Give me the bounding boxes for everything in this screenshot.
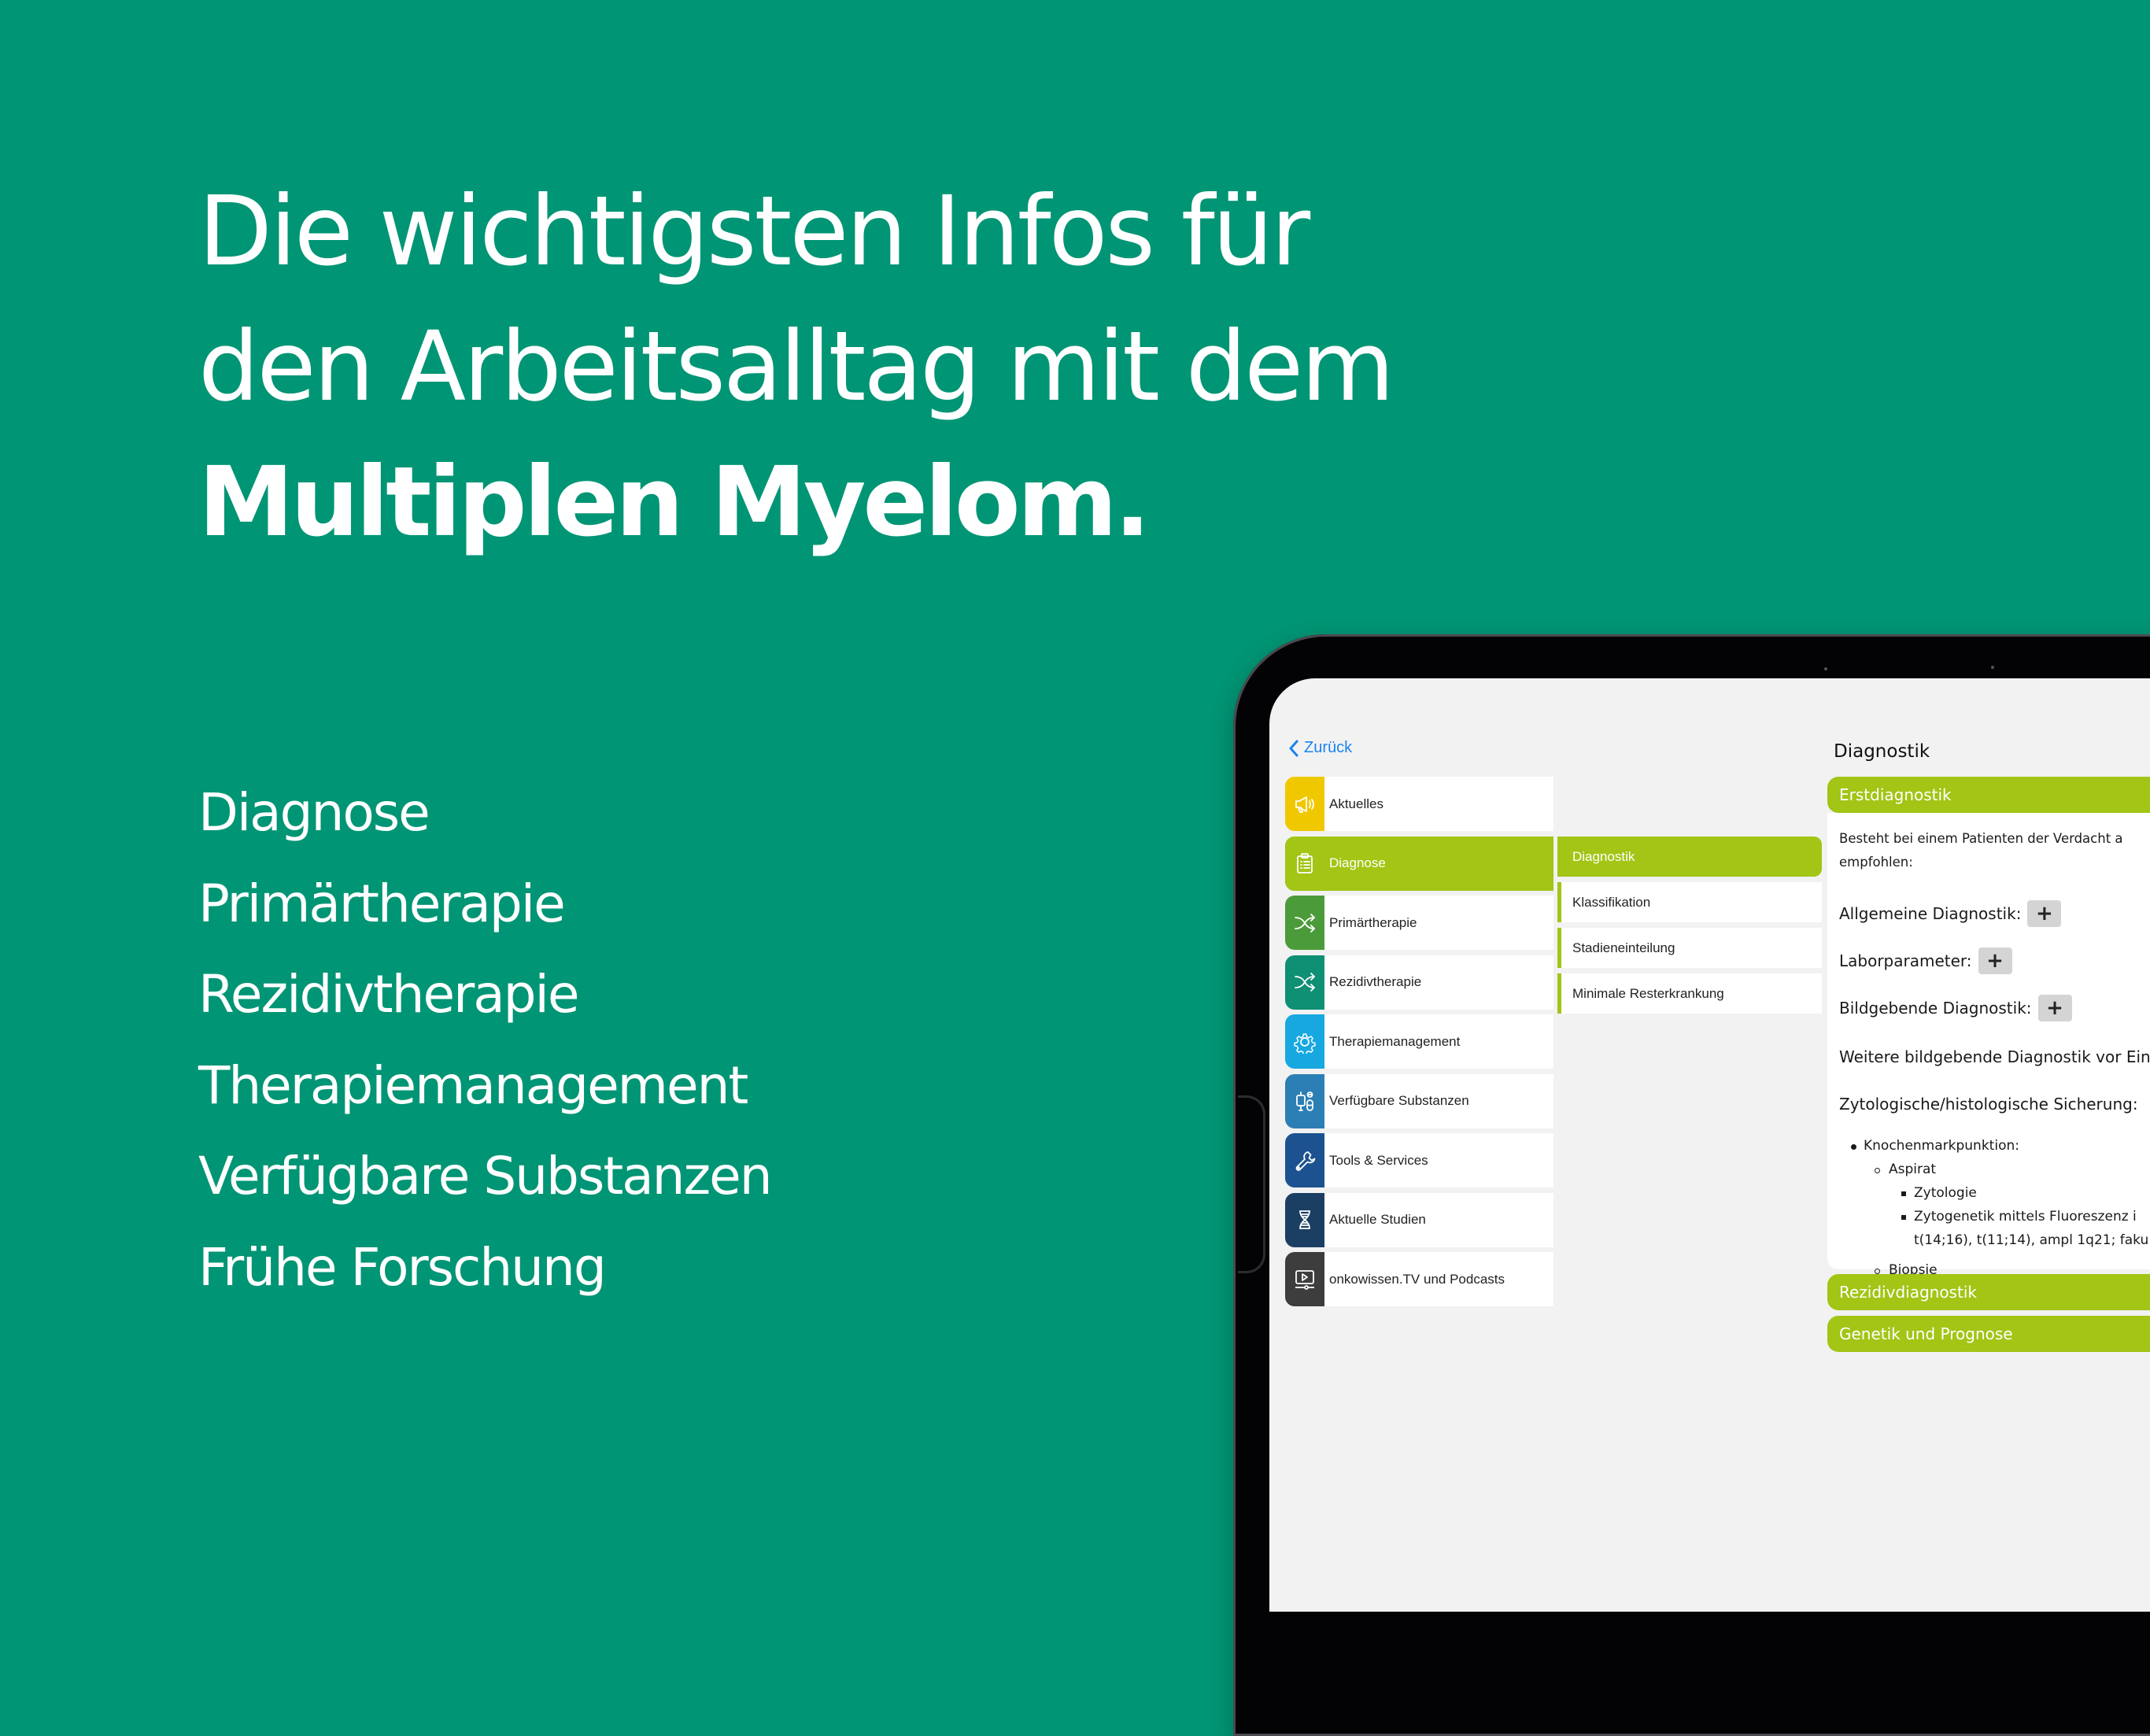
- expand-plus-button[interactable]: +: [2037, 995, 2072, 1021]
- topic-item: Therapiemanagement: [198, 1055, 748, 1116]
- topic-item: Primärtherapie: [198, 873, 566, 934]
- expandable-bildgebende-diagnostik: Bildgebende Diagnostik: +: [1839, 995, 2072, 1021]
- tree-item-continuation: t(14;16), t(11;14), ampl 1q21; faku: [1914, 1232, 2149, 1248]
- bullet-disc: [1851, 1144, 1856, 1150]
- dna-icon: [1285, 1192, 1324, 1247]
- tree-item: Zytogenetik mittels Fluoreszenz i: [1839, 1205, 2148, 1228]
- intro-line: Besteht bei einem Patienten der Verdacht…: [1839, 831, 2123, 846]
- menu-item-diagnose[interactable]: Diagnose: [1285, 836, 1553, 891]
- submenu: Diagnostik Klassifikation Stadieneinteil…: [1557, 837, 1822, 1019]
- menu-item-aktuelle-studien[interactable]: Aktuelle Studien: [1285, 1192, 1553, 1247]
- bullet-square: [1901, 1191, 1906, 1196]
- menu-item-aktuelles[interactable]: Aktuelles: [1285, 777, 1553, 831]
- submenu-item-stadieneinteilung[interactable]: Stadieneinteilung: [1557, 928, 1822, 968]
- megaphone-icon: [1285, 777, 1324, 831]
- menu-item-label: Diagnose: [1329, 855, 1386, 870]
- bullet-square: [1901, 1215, 1906, 1220]
- tree-item-label: Zytologie: [1914, 1185, 1977, 1201]
- headline: Die wichtigsten Infos für den Arbeitsall…: [198, 164, 1395, 570]
- menu-item-primaertherapie[interactable]: Primärtherapie: [1285, 896, 1553, 950]
- topic-item: Diagnose: [198, 782, 430, 843]
- expandable-allgemeine-diagnostik: Allgemeine Diagnostik: +: [1839, 900, 2062, 927]
- submenu-item-label: Diagnostik: [1572, 848, 1635, 864]
- intro-text: Besteht bei einem Patienten der Verdacht…: [1839, 827, 2123, 874]
- wrench-icon: [1285, 1133, 1324, 1187]
- accordion-body-erstdiagnostik: Besteht bei einem Patienten der Verdacht…: [1827, 813, 2150, 1332]
- gear-icon: [1285, 1014, 1324, 1069]
- headline-line-2: den Arbeitsalltag mit dem: [198, 311, 1395, 423]
- tree-item: Knochenmarkpunktion:: [1839, 1134, 2148, 1158]
- menu-item-tools-services[interactable]: Tools & Services: [1285, 1133, 1553, 1187]
- topic-list: Diagnose Primärtherapie Rezidivtherapie …: [198, 767, 773, 1313]
- shuffle-icon: [1285, 896, 1324, 950]
- expandable-label: Bildgebende Diagnostik:: [1839, 999, 2032, 1018]
- camera-sensor: [1824, 667, 1827, 670]
- histology-heading: Zytologische/histologische Sicherung:: [1839, 1095, 2138, 1114]
- tree-item: Zytologie: [1839, 1181, 2148, 1205]
- tablet-side-button: [1238, 1095, 1265, 1273]
- menu-item-label: Therapiemanagement: [1329, 1033, 1461, 1049]
- headline-line-1: Die wichtigsten Infos für: [198, 175, 1310, 287]
- accordion-genetik-prognose[interactable]: Genetik und Prognose: [1827, 1316, 2150, 1352]
- expand-plus-button[interactable]: +: [2027, 900, 2062, 927]
- bullet-circle: [1875, 1168, 1880, 1173]
- clipboard-icon: [1285, 836, 1324, 891]
- tree-item-label: Aspirat: [1889, 1162, 1937, 1177]
- headline-line-3: Multiplen Myelom.: [198, 446, 1151, 558]
- accordion-erstdiagnostik[interactable]: Erstdiagnostik: [1827, 777, 2150, 813]
- submenu-item-label: Klassifikation: [1572, 894, 1651, 910]
- camera-sensor: [1991, 666, 1994, 669]
- accordion-rezidivdiagnostik[interactable]: Rezidivdiagnostik: [1827, 1274, 2150, 1310]
- menu-item-label: Tools & Services: [1329, 1152, 1428, 1168]
- topic-item: Rezidivtherapie: [198, 964, 579, 1025]
- tree-item-label: Knochenmarkpunktion:: [1864, 1138, 2019, 1154]
- menu-item-label: Primärtherapie: [1329, 914, 1417, 930]
- infusion-pill-icon: [1285, 1073, 1324, 1128]
- menu-item-verfuegbare-substanzen[interactable]: Verfügbare Substanzen: [1285, 1073, 1553, 1128]
- main-menu: Aktuelles Diagnose Primärtherapie Rezidi…: [1285, 777, 1553, 1312]
- back-button[interactable]: Zurück: [1288, 739, 1352, 757]
- app-screen: Zurück Aktuelles Diagnose Primärtherapie…: [1269, 678, 2150, 1612]
- shuffle-icon: [1285, 955, 1324, 1010]
- expandable-label: Allgemeine Diagnostik:: [1839, 904, 2022, 923]
- video-player-icon: [1285, 1252, 1324, 1306]
- menu-item-rezidivtherapie[interactable]: Rezidivtherapie: [1285, 955, 1553, 1010]
- tree-item: Aspirat: [1839, 1158, 2148, 1181]
- submenu-item-label: Minimale Resterkrankung: [1572, 985, 1724, 1001]
- chevron-left-icon: [1289, 740, 1298, 756]
- submenu-item-label: Stadieneinteilung: [1572, 940, 1675, 955]
- menu-item-label: Rezidivtherapie: [1329, 974, 1422, 989]
- menu-item-onkowissen-tv[interactable]: onkowissen.TV und Podcasts: [1285, 1252, 1553, 1306]
- tree-item-label: Zytogenetik mittels Fluoreszenz i: [1914, 1209, 2137, 1224]
- bullet-circle: [1875, 1269, 1880, 1274]
- further-imaging-text: Weitere bildgebende Diagnostik vor Ein: [1839, 1047, 2150, 1066]
- expandable-label: Laborparameter:: [1839, 951, 1972, 970]
- menu-item-label: Verfügbare Substanzen: [1329, 1093, 1469, 1108]
- detail-title: Diagnostik: [1834, 741, 1930, 762]
- intro-line: empfohlen:: [1839, 855, 1913, 870]
- submenu-item-diagnostik[interactable]: Diagnostik: [1557, 837, 1822, 877]
- menu-item-label: Aktuelles: [1329, 796, 1383, 811]
- submenu-item-klassifikation[interactable]: Klassifikation: [1557, 882, 1822, 922]
- topic-item: Verfügbare Substanzen: [198, 1146, 773, 1206]
- submenu-item-minimale-resterkrankung[interactable]: Minimale Resterkrankung: [1557, 973, 1822, 1014]
- back-label: Zurück: [1304, 739, 1353, 756]
- expandable-laborparameter: Laborparameter: +: [1839, 947, 2012, 974]
- menu-item-therapiemanagement[interactable]: Therapiemanagement: [1285, 1014, 1553, 1069]
- menu-item-label: onkowissen.TV und Podcasts: [1329, 1271, 1505, 1287]
- menu-item-label: Aktuelle Studien: [1329, 1212, 1426, 1227]
- topic-item: Frühe Forschung: [198, 1236, 607, 1298]
- expand-plus-button[interactable]: +: [1978, 947, 2012, 974]
